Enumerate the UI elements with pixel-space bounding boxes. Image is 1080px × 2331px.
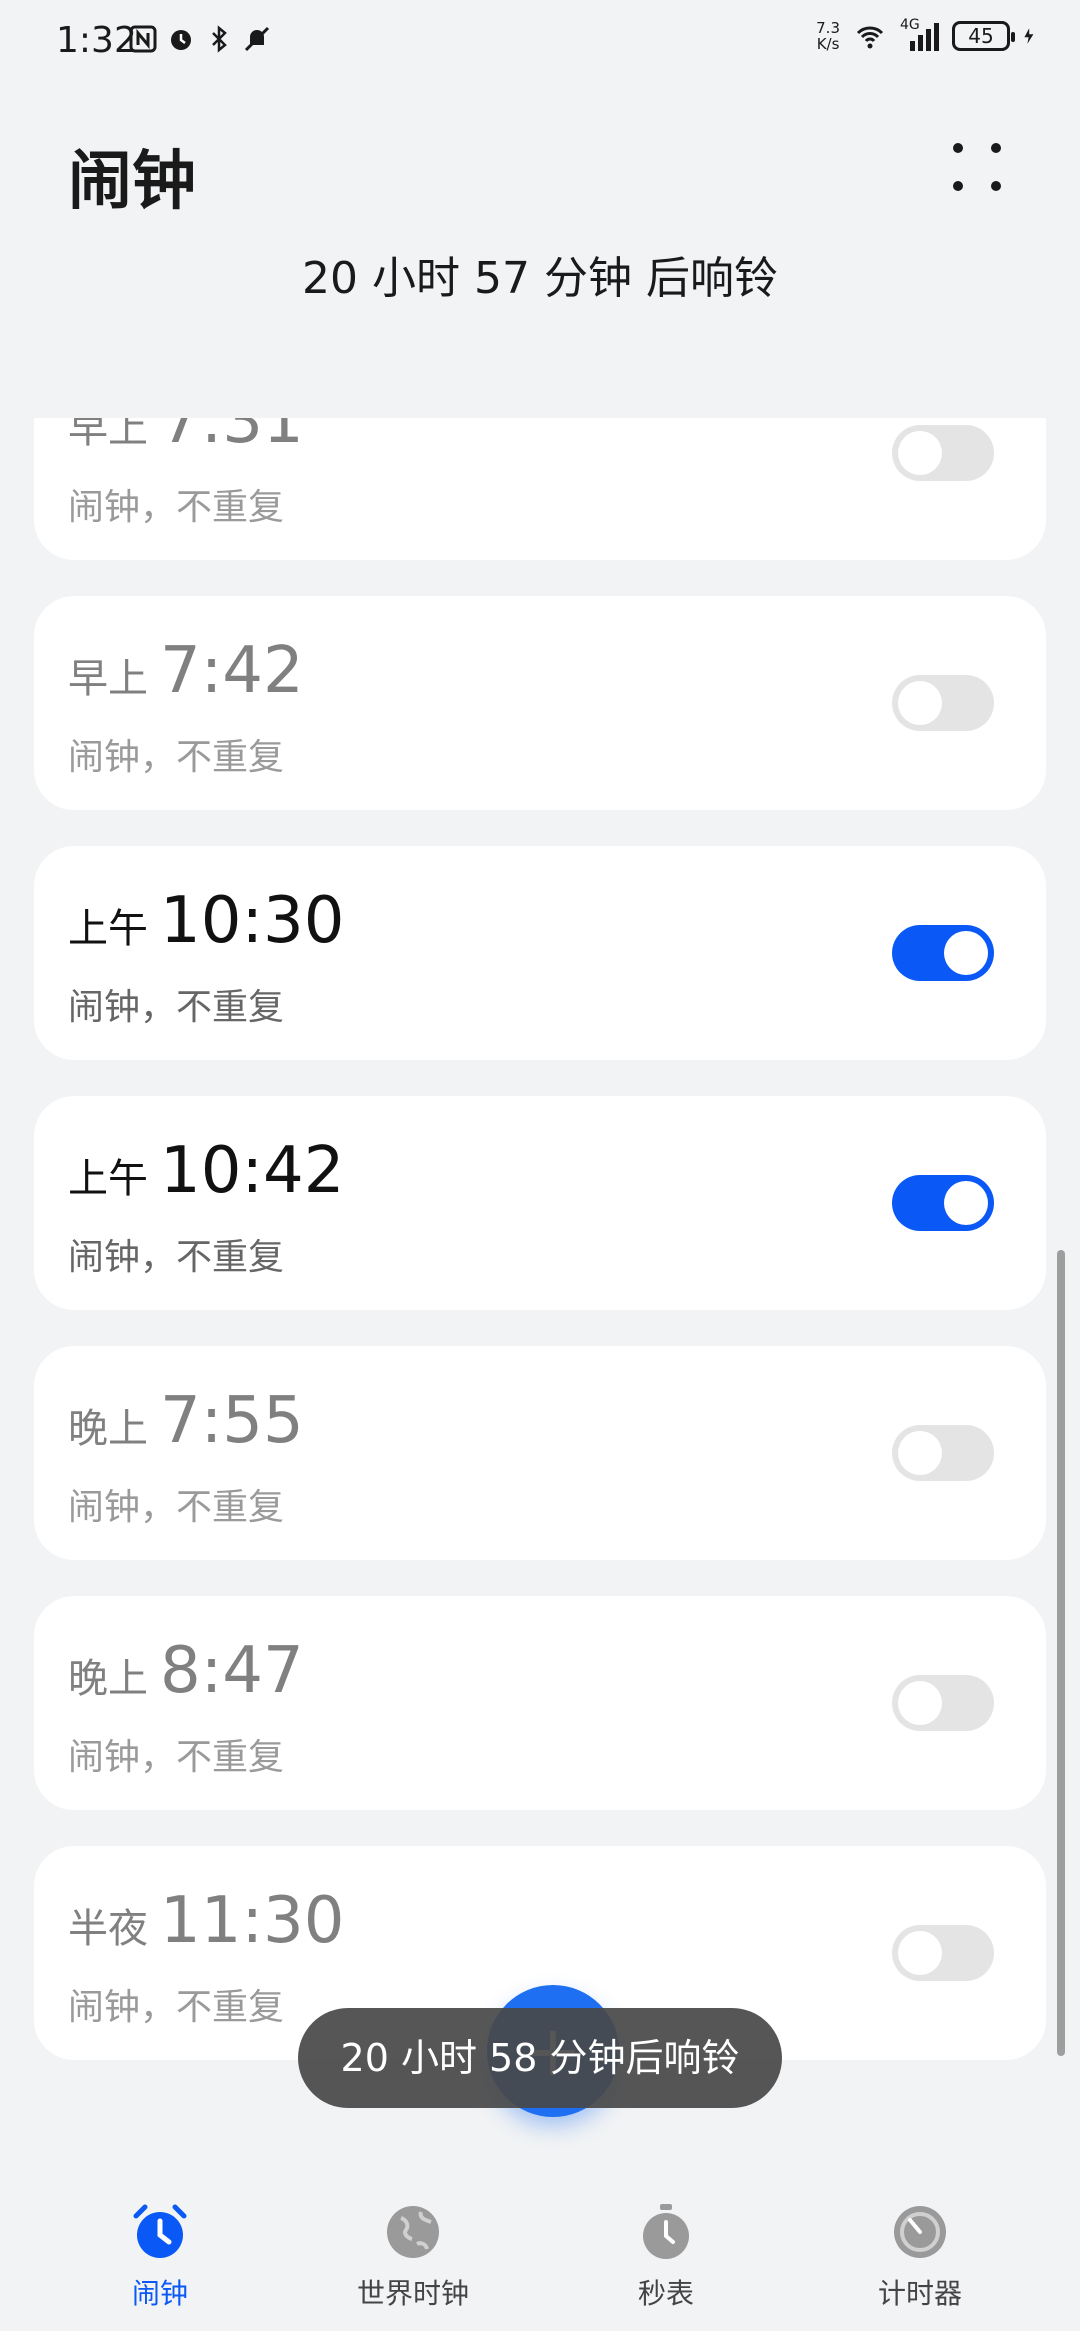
battery-indicator: 45 xyxy=(952,21,1015,51)
alarm-card-2[interactable]: 上午 10:30 闹钟，不重复 xyxy=(34,846,1046,1060)
alarm-card-3[interactable]: 上午 10:42 闹钟，不重复 xyxy=(34,1096,1046,1310)
network-speed: 7.3 K/s xyxy=(816,19,840,53)
tab-label: 世界时钟 xyxy=(356,2277,469,2310)
alarm-time: 10:30 xyxy=(160,884,345,958)
tab-label: 闹钟 xyxy=(131,2277,188,2310)
page-title: 闹钟 xyxy=(68,145,196,219)
alarm-period: 晚上 xyxy=(68,1656,148,1702)
alarm-subtitle: 闹钟，不重复 xyxy=(68,987,285,1028)
mute-bell-icon xyxy=(244,26,270,52)
alarm-card-0[interactable]: 早上 7:31 闹钟，不重复 xyxy=(34,418,1046,560)
status-time: 1:32 xyxy=(56,20,137,61)
more-options-icon[interactable] xyxy=(950,140,1004,194)
alarm-period: 早上 xyxy=(68,418,148,452)
alarm-time: 7:31 xyxy=(160,418,304,458)
globe-icon xyxy=(387,2206,439,2258)
wifi-icon xyxy=(856,26,884,49)
nfc-icon xyxy=(129,25,157,53)
alarm-card-4[interactable]: 晚上 7:55 闹钟，不重复 xyxy=(34,1346,1046,1560)
tab-timer[interactable]: 计时器 xyxy=(800,2202,1040,2312)
alarm-period: 晚上 xyxy=(68,1406,148,1452)
timer-icon xyxy=(894,2206,946,2258)
bluetooth-icon xyxy=(212,25,227,53)
tab-label: 秒表 xyxy=(637,2277,694,2310)
alarm-time: 7:55 xyxy=(160,1384,304,1458)
alarm-toggle[interactable] xyxy=(892,1175,994,1231)
status-bar: 1:32 7.3 K/s 4G 45 xyxy=(0,0,1080,90)
cell-signal: 4G xyxy=(900,17,940,51)
alarm-subtitle: 闹钟，不重复 xyxy=(68,737,285,778)
tab-alarm[interactable]: 闹钟 xyxy=(40,2202,280,2312)
alarm-time: 8:47 xyxy=(160,1634,304,1708)
alarm-period: 早上 xyxy=(68,656,148,702)
bottom-navigation: 闹钟 世界时钟 秒表 计时器 xyxy=(0,2180,1080,2331)
alarm-period: 上午 xyxy=(68,1156,148,1202)
alarm-screen: 1:32 7.3 K/s 4G 45 闹钟 20 小时 57 分钟 后响铃 早上… xyxy=(0,0,1080,2331)
alarm-toggle[interactable] xyxy=(892,1675,994,1731)
toast-message: 20 小时 58 分钟后响铃 xyxy=(298,2008,782,2108)
alarm-subtitle: 闹钟，不重复 xyxy=(68,1487,285,1528)
alarm-toggle[interactable] xyxy=(892,1925,994,1981)
alarm-time: 11:30 xyxy=(160,1884,345,1958)
tab-stopwatch[interactable]: 秒表 xyxy=(546,2202,786,2312)
tab-label: 计时器 xyxy=(877,2277,962,2310)
alarm-subtitle: 闹钟，不重复 xyxy=(68,1987,285,2028)
alarm-card-5[interactable]: 晚上 8:47 闹钟，不重复 xyxy=(34,1596,1046,1810)
alarm-subtitle: 闹钟，不重复 xyxy=(68,1237,285,1278)
tab-world-clock[interactable]: 世界时钟 xyxy=(293,2202,533,2312)
alarm-time: 7:42 xyxy=(160,634,304,708)
alarm-card-1[interactable]: 早上 7:42 闹钟，不重复 xyxy=(34,596,1046,810)
alarm-subtitle: 闹钟，不重复 xyxy=(68,1737,285,1778)
signal-bars-icon xyxy=(910,23,939,51)
alarm-list[interactable]: 早上 7:31 闹钟，不重复 早上 7:42 闹钟，不重复 上午 10:30 闹… xyxy=(0,418,1080,2108)
alarm-toggle[interactable] xyxy=(892,425,994,481)
alarm-subtitle: 闹钟，不重复 xyxy=(68,487,285,528)
alarm-status-icon xyxy=(171,30,191,50)
charging-icon xyxy=(1024,28,1034,44)
alarm-toggle[interactable] xyxy=(892,1425,994,1481)
scrollbar[interactable] xyxy=(1057,1250,1065,2056)
alarm-period: 半夜 xyxy=(68,1906,148,1952)
stopwatch-icon xyxy=(643,2204,689,2259)
alarm-time: 10:42 xyxy=(160,1134,345,1208)
next-alarm-countdown: 20 小时 57 分钟 后响铃 xyxy=(302,253,778,304)
alarm-period: 上午 xyxy=(68,906,148,952)
alarm-clock-icon xyxy=(133,2204,187,2258)
alarm-toggle[interactable] xyxy=(892,675,994,731)
alarm-toggle[interactable] xyxy=(892,925,994,981)
